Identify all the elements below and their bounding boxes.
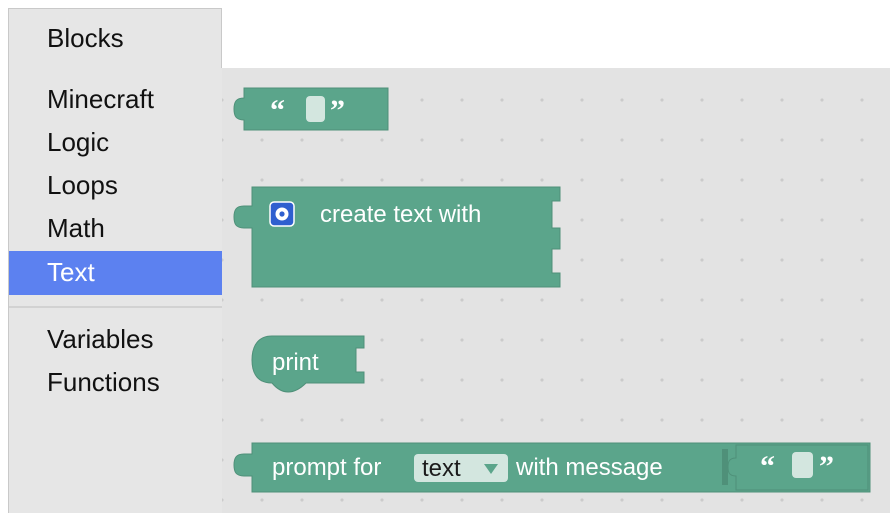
nested-text-input-field[interactable] — [792, 452, 813, 478]
prompt-block[interactable]: prompt for text with message “ ” — [233, 442, 871, 493]
category-label: Minecraft — [47, 84, 154, 114]
close-quote: ” — [330, 94, 345, 127]
category-label: Math — [47, 213, 105, 243]
value-input-socket — [722, 449, 728, 485]
category-label: Logic — [47, 127, 110, 157]
category-logic[interactable]: Logic — [9, 121, 222, 165]
text-input-field[interactable] — [306, 96, 325, 122]
print-label: print — [272, 349, 319, 376]
close-quote: ” — [819, 450, 834, 483]
toolbox-header: Blocks — [8, 8, 222, 68]
prompt-prefix: prompt for — [272, 454, 381, 481]
category-text[interactable]: Text — [9, 251, 222, 295]
open-quote: “ — [270, 94, 285, 127]
toolbox-header-label: Blocks — [47, 23, 124, 53]
category-label: Text — [47, 257, 95, 287]
category-variables[interactable]: Variables — [9, 318, 222, 362]
create-text-with-label: create text with — [320, 201, 481, 228]
type-dropdown-value: text — [422, 455, 461, 482]
create-text-with-block[interactable]: create text with — [233, 186, 561, 288]
category-label: Variables — [47, 324, 154, 354]
category-minecraft[interactable]: Minecraft — [9, 78, 222, 122]
workspace-flyout[interactable]: “ ” create text with print prompt for te… — [222, 68, 890, 513]
flyout-canvas: “ ” create text with print prompt for te… — [233, 87, 871, 493]
text-block[interactable]: “ ” — [233, 87, 389, 131]
open-quote: “ — [760, 450, 775, 483]
gear-icon-hole — [279, 211, 285, 217]
prompt-suffix: with message — [515, 454, 663, 481]
category-separator — [9, 306, 222, 308]
category-loops[interactable]: Loops — [9, 164, 222, 208]
print-block[interactable]: print — [251, 335, 365, 393]
toolbox: Minecraft Logic Loops Math Text Variable… — [8, 68, 222, 513]
category-functions[interactable]: Functions — [9, 361, 222, 405]
category-label: Functions — [47, 367, 160, 397]
category-math[interactable]: Math — [9, 207, 222, 251]
category-label: Loops — [47, 170, 118, 200]
